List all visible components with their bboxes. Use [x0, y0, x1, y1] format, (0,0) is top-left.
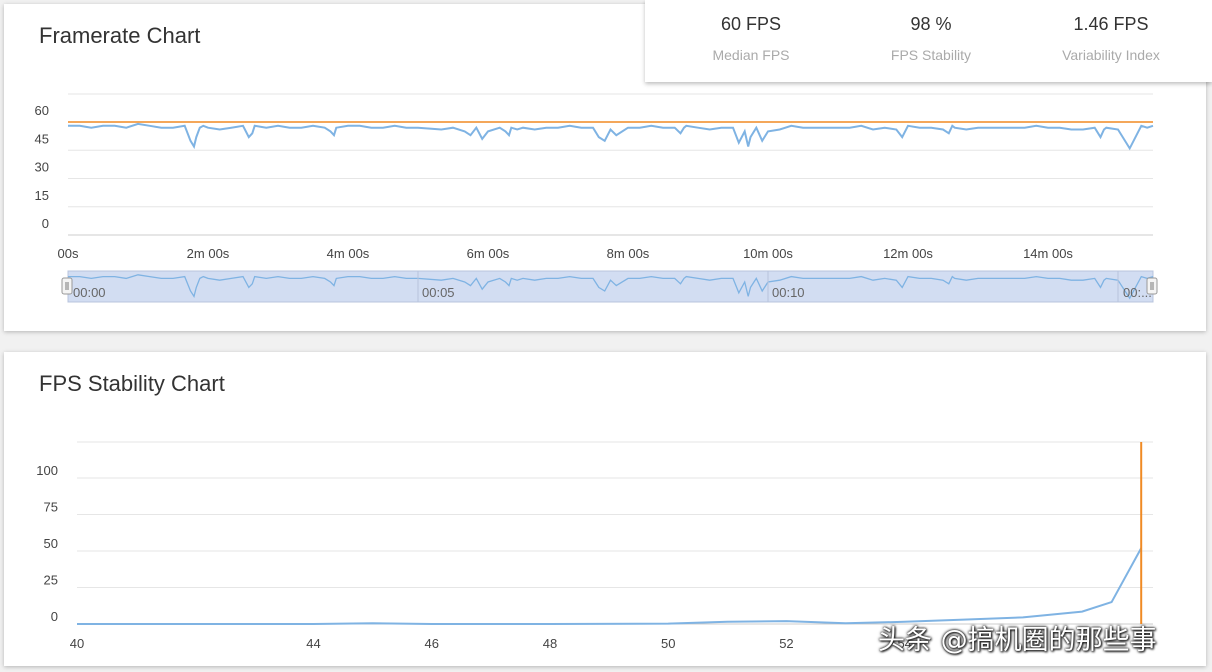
watermark: 头条 @搞机圈的那些事 — [878, 625, 1157, 656]
stability-y-ticks: 100 75 50 25 0 — [36, 463, 58, 624]
y-tick-label: 100 — [36, 463, 58, 478]
x-tick-label: 44 — [306, 636, 320, 651]
x-tick-label: 52 — [779, 636, 793, 651]
y-tick-label: 50 — [44, 536, 58, 551]
stability-chart: 1007550250 40 44 46 48 50 52 54 — [36, 441, 1153, 651]
x-tick-label: 50 — [661, 636, 675, 651]
y-tick-label: 0 — [51, 609, 58, 624]
stability-series — [77, 442, 1143, 625]
y-tick-label: 25 — [44, 573, 58, 588]
y-tick-label: 75 — [44, 500, 58, 515]
stability-grid — [77, 441, 1153, 625]
x-tick-label: 40 — [70, 636, 84, 651]
stability-x-ticks: 40 44 46 48 50 52 54 — [70, 636, 912, 651]
stability-line — [77, 547, 1143, 625]
x-tick-label: 46 — [424, 636, 438, 651]
x-tick-label: 48 — [543, 636, 557, 651]
